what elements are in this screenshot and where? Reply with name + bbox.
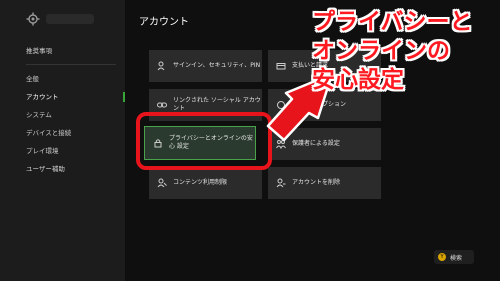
subscription-icon [277,101,285,109]
gamertag-blurred [46,14,94,24]
search-label: 検索 [450,254,463,262]
person-key-icon [157,61,165,71]
tile-label: サブスクリプション [292,100,347,108]
tile-label: リンクされた ソーシャル アカウント [173,96,261,112]
annotation-line: プライバシーと [312,9,473,35]
y-button-icon: Y [438,253,446,261]
sidebar-item-system[interactable]: システム [0,108,125,122]
sidebar-item-label: アカウント [26,93,59,101]
settings-gear-icon [26,12,40,26]
link-icon [157,102,167,108]
tile-parental-controls[interactable]: 保護者による設定 [268,128,381,160]
page-title: アカウント [139,17,189,28]
tile-label: アカウントを削除 [292,178,341,186]
tile-remove-account[interactable]: アカウントを削除 [268,167,381,199]
tile-signin-security[interactable]: サインイン、セキュリティ、PIN [149,50,262,82]
search-button[interactable]: Y 検索 [434,250,474,264]
person-remove-icon [276,178,286,188]
family-icon [276,140,286,149]
tile-content-restrictions[interactable]: コンテンツ利用制限 [149,167,262,199]
annotation-text: プライバシーと オンラインの 安心設定 [312,8,492,95]
sidebar-divider [26,64,116,65]
highlight-box [136,112,272,170]
annotation-line: 安心設定 [312,67,404,93]
sidebar-item-devices[interactable]: デバイスと接続 [0,126,125,140]
sidebar-item-accessibility[interactable]: ユーザー補助 [0,162,125,176]
tile-label: 保護者による設定 [292,139,340,147]
annotation-line: オンラインの [312,38,450,64]
sidebar-item-account[interactable]: アカウント [0,90,125,104]
tile-label: コンテンツ利用制限 [173,178,228,186]
sidebar-item-general[interactable]: 全般 [0,72,125,86]
card-icon [276,63,286,70]
sidebar-item-play[interactable]: プレイ環境 [0,144,125,158]
sidebar-item-recommended[interactable]: 推奨事項 [0,44,125,58]
content-icon [157,178,167,188]
tile-label: サインイン、セキュリティ、PIN [173,61,261,69]
sidebar: 推奨事項 全般 アカウント システム デバイスと接続 プレイ環境 ユーザー補助 [0,0,126,281]
